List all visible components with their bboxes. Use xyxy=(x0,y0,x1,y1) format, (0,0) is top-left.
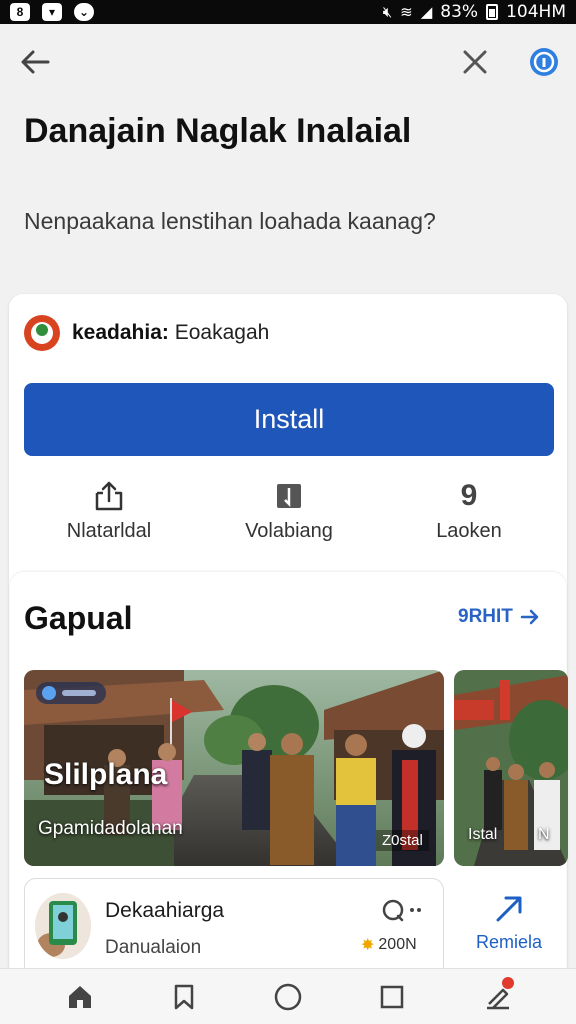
wifi-icon: ≋ xyxy=(400,3,413,21)
app-notification-icon: 8 xyxy=(10,3,30,21)
photo-gallery: Slilplana Gpamidadolanan Z0stal Istal N xyxy=(24,670,576,866)
page-title: Danajain Naglak Inalaial xyxy=(24,112,412,150)
action-bookmark-label: Volabiang xyxy=(245,520,333,542)
section-link-label: 9RHIT xyxy=(458,606,513,627)
status-notification-icons: 8 ▾ ⌄ xyxy=(10,3,94,21)
nav-circle[interactable] xyxy=(272,981,304,1013)
signal-icon: ◢ xyxy=(420,3,433,21)
share-icon xyxy=(95,481,123,511)
action-share[interactable]: Nlatarldal xyxy=(24,476,194,543)
action-count-label: Laoken xyxy=(436,520,502,542)
page-subtitle: Nenpaakana lenstihan loahada kaanag? xyxy=(24,208,436,234)
install-button[interactable]: Install xyxy=(24,383,554,456)
status-bar: 8 ▾ ⌄ 🔇︎ ≋ ◢ 83% 104HM xyxy=(0,0,576,24)
status-system-icons: 🔇︎ ≋ ◢ 83% 104HM xyxy=(383,2,566,22)
bookmark-icon xyxy=(277,484,301,508)
section-see-all-link[interactable]: 9RHIT xyxy=(458,606,541,628)
app-name-bold: keadahia: xyxy=(72,321,169,344)
side-action-button[interactable]: Remiela xyxy=(468,892,550,953)
item-rating: ✸ 200N xyxy=(361,935,417,955)
app-name: keadahia: Eoakagah xyxy=(72,321,269,345)
item-name: Dekaahiarga xyxy=(105,899,225,922)
message-notification-icon: ⌄ xyxy=(74,3,94,21)
item-rating-value: 200N xyxy=(378,936,417,953)
back-button[interactable] xyxy=(16,42,56,82)
photo-chip xyxy=(36,682,106,704)
nav-bookmark[interactable] xyxy=(168,981,200,1013)
section-title: Gapual xyxy=(24,600,133,636)
action-row: Nlatarldal Volabiang 9 Laoken xyxy=(24,476,554,556)
item-options-button[interactable] xyxy=(381,897,431,927)
download-notification-icon: ▾ xyxy=(42,3,62,21)
nav-home[interactable] xyxy=(64,981,96,1013)
app-name-rest: Eoakagah xyxy=(168,321,270,344)
item-subtitle: Danualaion xyxy=(105,937,202,958)
mute-icon: 🔇︎ xyxy=(382,3,393,21)
external-link-icon xyxy=(496,896,522,922)
item-thumbnail xyxy=(35,893,91,959)
side-action-label: Remiela xyxy=(475,932,543,952)
info-button[interactable] xyxy=(526,44,562,80)
gallery-photo-side[interactable]: Istal N xyxy=(454,670,568,866)
clock: 104HM xyxy=(506,2,566,22)
battery-percent: 83% xyxy=(440,2,479,22)
gallery-photo-main[interactable]: Slilplana Gpamidadolanan Z0stal xyxy=(24,670,444,866)
app-logo-icon xyxy=(24,315,60,351)
circle-icon xyxy=(274,983,302,1011)
arrow-right-icon xyxy=(520,609,539,625)
count-glyph: 9 xyxy=(460,479,478,512)
nav-square[interactable] xyxy=(376,981,408,1013)
square-icon xyxy=(380,985,404,1009)
close-icon xyxy=(463,50,487,74)
action-count[interactable]: 9 Laoken xyxy=(384,476,554,543)
action-share-label: Nlatarldal xyxy=(66,520,152,542)
bookmark-outline-icon xyxy=(174,984,194,1010)
photo-title: Slilplana xyxy=(44,758,168,791)
nav-edit[interactable] xyxy=(482,977,514,1013)
info-icon xyxy=(530,48,558,76)
battery-icon xyxy=(486,4,499,20)
home-icon xyxy=(69,986,91,1008)
action-bookmark[interactable]: Volabiang xyxy=(204,476,374,543)
notification-badge xyxy=(502,977,514,989)
photo-caption: Gpamidadolanan xyxy=(38,818,183,839)
list-item[interactable]: Dekaahiarga Danualaion ✸ 200N xyxy=(24,878,444,978)
close-button[interactable] xyxy=(455,42,495,82)
search-more-icon xyxy=(382,899,421,922)
globe-icon xyxy=(42,686,56,700)
app-header: keadahia: Eoakagah xyxy=(24,315,269,351)
top-bar xyxy=(0,24,576,102)
back-arrow-icon xyxy=(21,50,50,74)
photo-badge: Z0stal xyxy=(376,830,429,851)
side-photo-caption-right: N xyxy=(538,826,550,843)
phone-in-hand-icon xyxy=(35,893,91,959)
bottom-nav-bar xyxy=(0,968,576,1024)
star-icon: ✸ xyxy=(361,937,375,954)
side-photo-caption-left: Istal xyxy=(468,826,498,843)
